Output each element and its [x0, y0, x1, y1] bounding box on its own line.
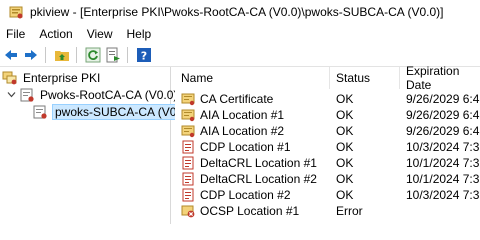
row-name: DeltaCRL Location #2 [200, 172, 317, 186]
cell-name: CDP Location #1 [181, 139, 329, 155]
table-row[interactable]: AIA Location #2 OK 9/26/2029 6:43 ... [175, 123, 480, 139]
tree-item-root-ca[interactable]: Pwoks-RootCA-CA (V0.0) [6, 86, 177, 103]
tree-item-enterprise-pki[interactable]: Enterprise PKI [2, 69, 100, 86]
menu-bar: File Action View Help [0, 24, 480, 44]
folder-up-icon[interactable] [53, 46, 71, 64]
enterprise-pki-icon [2, 70, 18, 86]
tree-pane: Enterprise PKI Pwoks-RootCA-CA (V0.0) pw… [0, 67, 194, 224]
crl-icon [181, 156, 195, 170]
tree-item-sub-ca[interactable]: pwoks-SUBCA-CA (V0.0) [32, 103, 194, 120]
certificate-icon [181, 92, 195, 106]
cell-expiration: 9/26/2029 6:43 ... [406, 108, 480, 122]
tree-label: pwoks-SUBCA-CA (V0.0) [51, 103, 194, 120]
table-row[interactable]: DeltaCRL Location #2 OK 10/1/2024 7:32 ... [175, 171, 480, 187]
table-row[interactable]: CA Certificate OK 9/26/2029 6:43 ... [175, 91, 480, 107]
cell-status: OK [336, 124, 354, 138]
pkiview-app-icon [8, 4, 24, 20]
cell-status: OK [336, 92, 354, 106]
cell-expiration: 9/26/2029 6:43 ... [406, 92, 480, 106]
cell-expiration [406, 203, 480, 219]
cell-status: OK [336, 172, 354, 186]
list-header: Name Status Expiration Date [175, 64, 480, 92]
toolbar: ? [0, 44, 480, 66]
cell-name: CDP Location #2 [181, 187, 329, 203]
column-header-name[interactable]: Name [175, 67, 330, 89]
table-row[interactable]: AIA Location #1 OK 9/26/2029 6:43 ... [175, 107, 480, 123]
row-name: CDP Location #1 [200, 140, 291, 154]
cell-name: DeltaCRL Location #1 [181, 155, 329, 171]
ocsp-error-icon [181, 204, 195, 218]
forward-arrow-icon[interactable] [22, 46, 40, 64]
row-name: AIA Location #2 [200, 124, 285, 138]
row-name: CDP Location #2 [200, 188, 291, 202]
row-name: CA Certificate [200, 92, 274, 106]
export-list-icon[interactable] [104, 46, 122, 64]
tree-label: Pwoks-RootCA-CA (V0.0) [40, 87, 178, 102]
row-name: OCSP Location #1 [200, 204, 300, 218]
chevron-down-icon[interactable] [6, 90, 16, 100]
ca-certificate-icon [19, 87, 35, 103]
cell-name: OCSP Location #1 [181, 203, 329, 219]
table-row[interactable]: OCSP Location #1 Error [175, 203, 480, 219]
menu-action[interactable]: Action [32, 27, 79, 41]
cell-expiration: 10/1/2024 7:32 ... [406, 172, 480, 186]
table-row[interactable]: CDP Location #2 OK 10/3/2024 7:31 ... [175, 187, 480, 203]
menu-file[interactable]: File [0, 27, 32, 41]
crl-icon [181, 172, 195, 186]
table-row[interactable]: CDP Location #1 OK 10/3/2024 7:31 ... [175, 139, 480, 155]
help-icon[interactable]: ? [135, 46, 153, 64]
cell-expiration: 9/26/2029 6:43 ... [406, 124, 480, 138]
column-header-status[interactable]: Status [330, 67, 400, 89]
tree-label: Enterprise PKI [23, 70, 101, 85]
crl-icon [181, 140, 195, 154]
toolbar-separator [127, 47, 128, 63]
cell-status: OK [336, 156, 354, 170]
row-name: DeltaCRL Location #1 [200, 156, 317, 170]
menu-help[interactable]: Help [120, 27, 159, 41]
cell-name: CA Certificate [181, 91, 329, 107]
refresh-icon[interactable] [84, 46, 102, 64]
crl-icon [181, 188, 195, 202]
cell-status: OK [336, 108, 354, 122]
cell-status: OK [336, 140, 354, 154]
cell-name: DeltaCRL Location #2 [181, 171, 329, 187]
cell-expiration: 10/3/2024 7:31 ... [406, 188, 480, 202]
results-list: Name Status Expiration Date CA Certifica… [175, 64, 480, 224]
certificate-icon [181, 108, 195, 122]
cell-status: OK [336, 188, 354, 202]
column-header-expiration[interactable]: Expiration Date [400, 64, 480, 92]
ca-certificate-icon [32, 104, 48, 120]
cell-expiration: 10/1/2024 7:32 ... [406, 156, 480, 170]
window-title: pkiview - [Enterprise PKI\Pwoks-RootCA-C… [30, 5, 444, 19]
cell-name: AIA Location #1 [181, 107, 329, 123]
cell-expiration: 10/3/2024 7:31 ... [406, 140, 480, 154]
row-name: AIA Location #1 [200, 108, 285, 122]
cell-status: Error [336, 204, 363, 218]
toolbar-separator [76, 47, 77, 63]
table-row[interactable]: DeltaCRL Location #1 OK 10/1/2024 7:32 ... [175, 155, 480, 171]
back-arrow-icon[interactable] [2, 46, 20, 64]
title-bar: pkiview - [Enterprise PKI\Pwoks-RootCA-C… [0, 0, 480, 24]
svg-text:?: ? [141, 50, 147, 63]
toolbar-separator [45, 47, 46, 63]
certificate-icon [181, 124, 195, 138]
menu-view[interactable]: View [80, 27, 120, 41]
cell-name: AIA Location #2 [181, 123, 329, 139]
